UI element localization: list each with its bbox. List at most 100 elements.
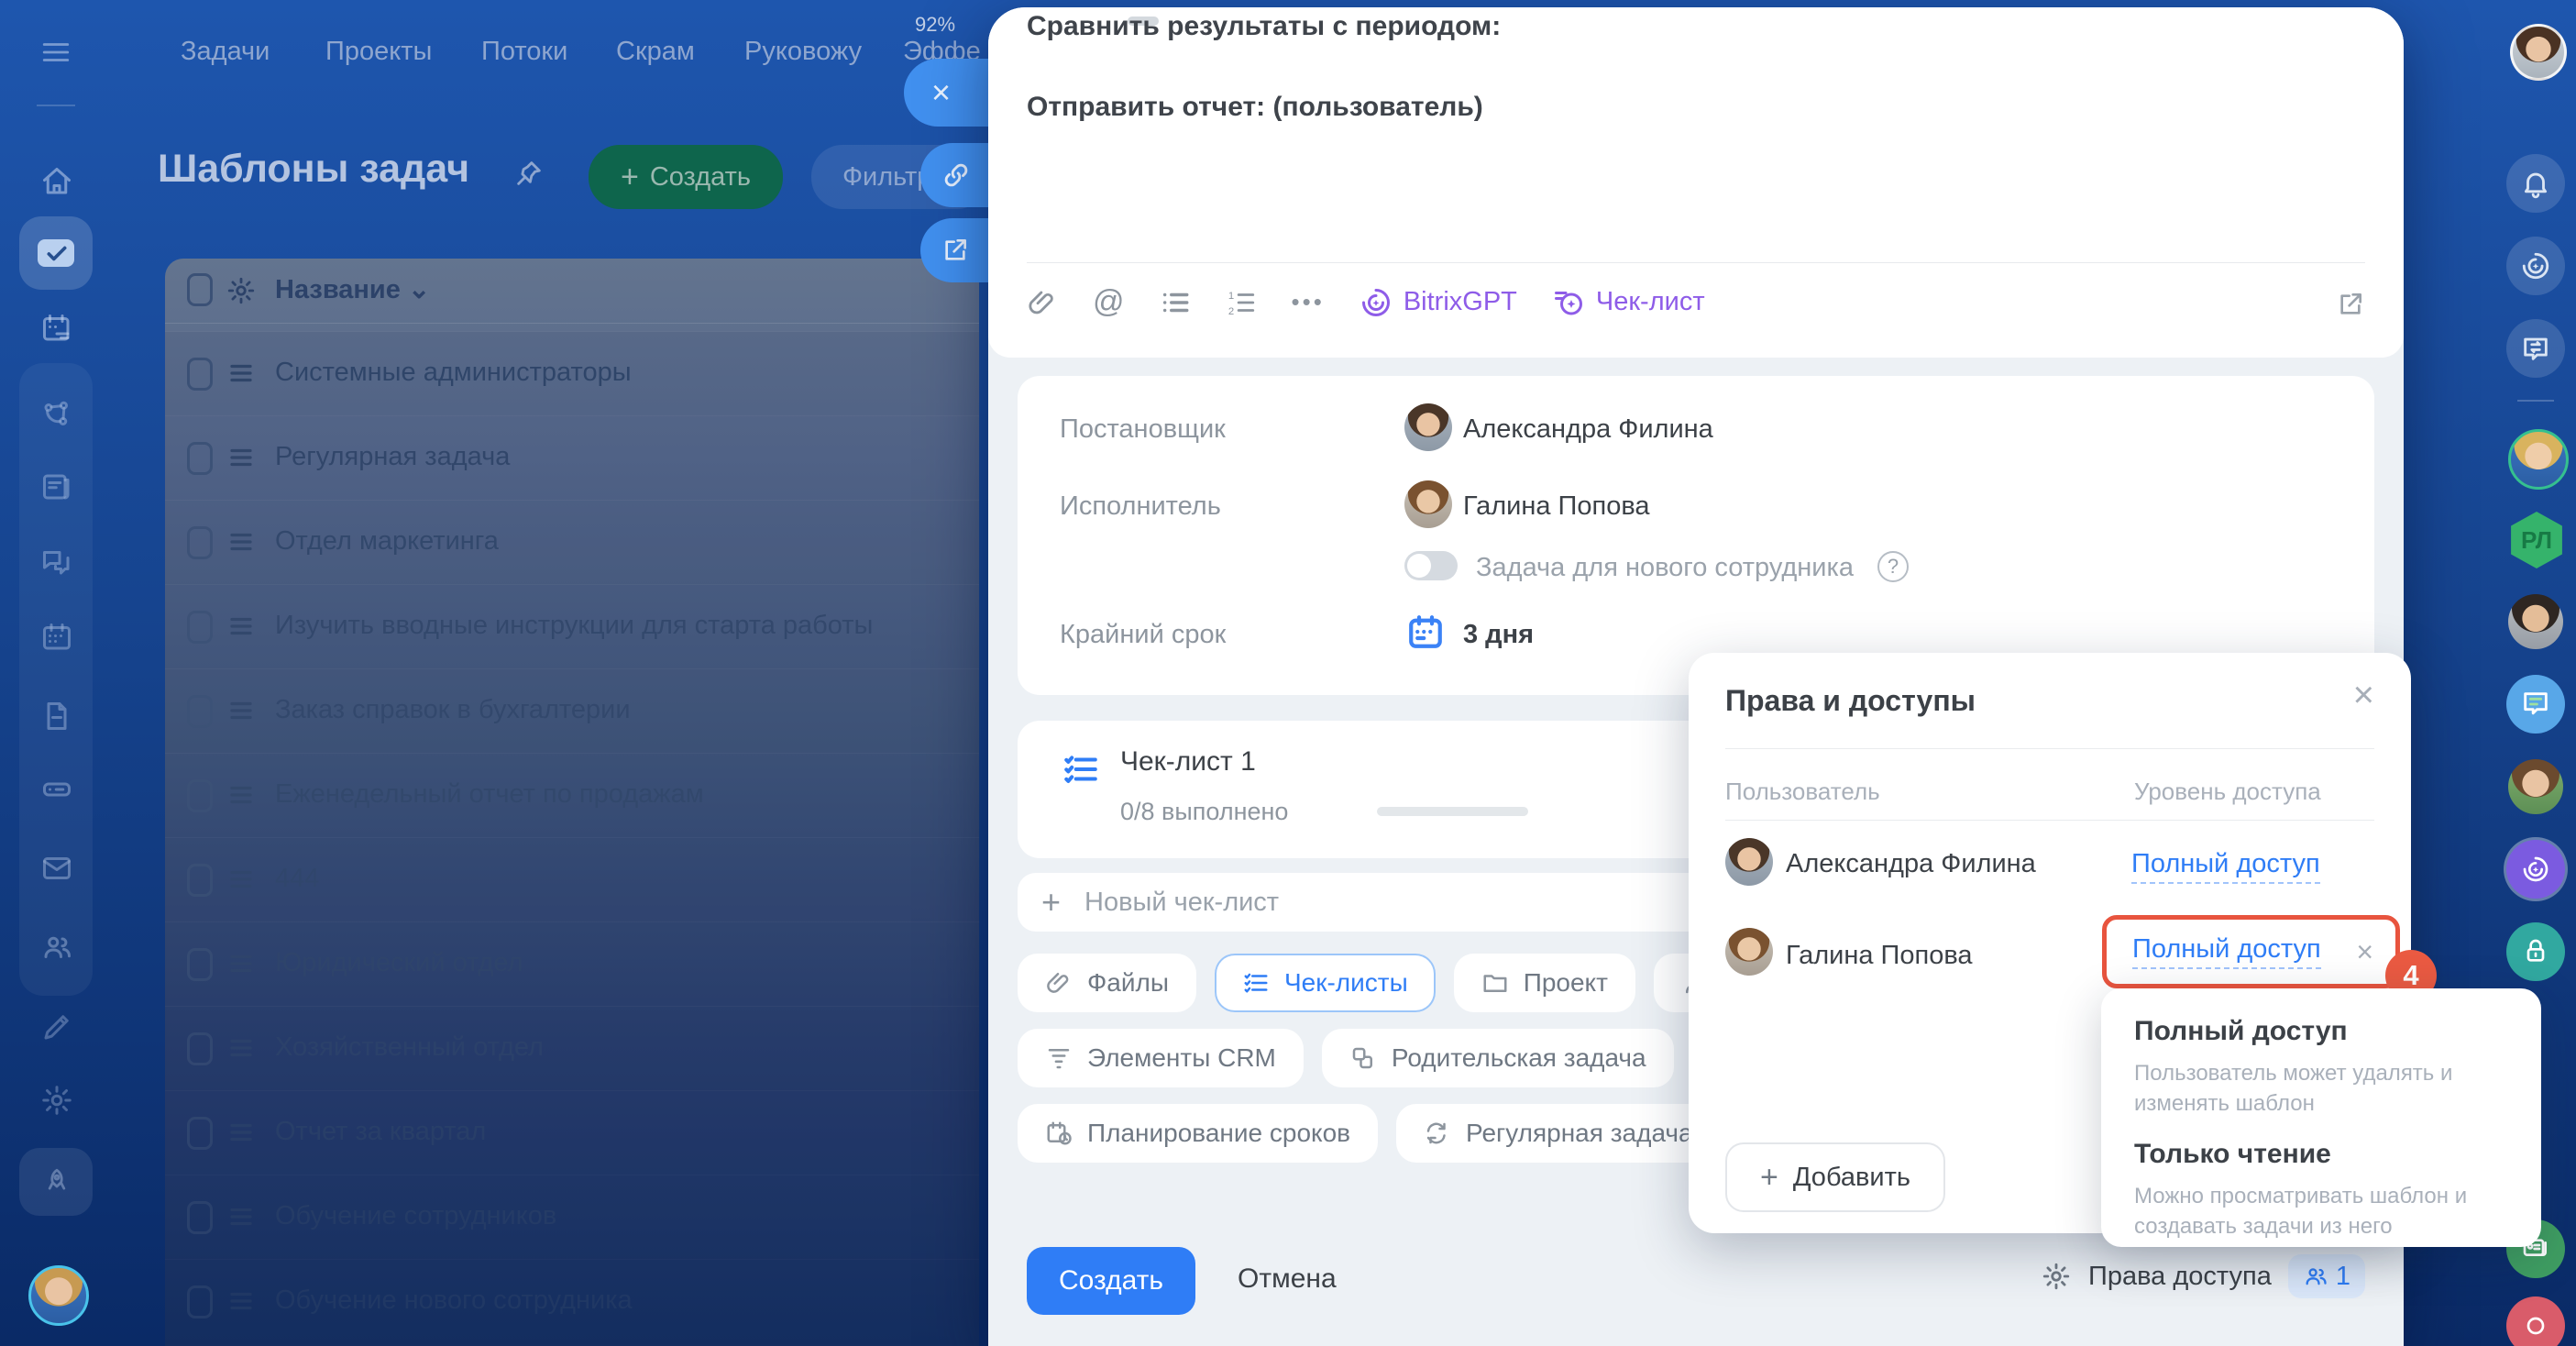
copilot-button[interactable] [2506,237,2565,295]
drag-handle-icon[interactable] [226,528,257,556]
popup-close-icon[interactable]: × [2353,677,2374,713]
document-icon[interactable] [40,700,73,733]
status-button[interactable] [2506,1296,2565,1346]
deadline-calendar-icon[interactable] [1406,612,1445,651]
settings-gear-icon[interactable] [40,1084,73,1117]
checklist-tool-button[interactable]: Чек-лист [1552,286,1705,319]
cancel-button[interactable]: Отмена [1238,1263,1337,1295]
row-checkbox[interactable] [187,1285,213,1318]
assignee-avatar[interactable] [1404,480,1452,528]
row-checkbox[interactable] [187,864,213,897]
row-checkbox[interactable] [187,1117,213,1150]
drive-icon[interactable] [40,773,73,806]
current-user-avatar[interactable] [28,1265,89,1326]
numbered-list-icon[interactable]: 12 [1226,287,1257,318]
help-icon[interactable]: ? [1877,551,1909,582]
tab-tasks[interactable]: Задачи [181,37,270,67]
table-row[interactable]: Отчет за квартал [165,1090,979,1175]
table-row[interactable]: 444 [165,837,979,922]
author-name[interactable]: Александра Филина [1463,414,1713,445]
row-checkbox[interactable] [187,442,213,475]
row-checkbox[interactable] [187,358,213,391]
mail-icon[interactable] [40,852,73,885]
attach-icon[interactable] [1027,287,1058,318]
chat-channel-button[interactable] [2506,675,2565,734]
table-row[interactable]: Заказ справок в бухгалтерии [165,668,979,754]
drag-handle-icon[interactable] [226,1034,257,1062]
drag-handle-icon[interactable] [226,1287,257,1315]
sidebar-item-boost[interactable] [19,1148,93,1216]
drag-handle-icon[interactable] [226,697,257,724]
table-row[interactable]: Еженедельный отчет по продажам [165,753,979,838]
chip-project[interactable]: Проект [1454,954,1635,1012]
remove-access-icon[interactable]: × [2356,937,2373,966]
profile-avatar[interactable] [2510,24,2567,81]
drag-handle-icon[interactable] [226,1119,257,1146]
row-checkbox[interactable] [187,526,213,559]
description-editor[interactable]: Сравнить результаты с периодом: Отправит… [988,7,2404,358]
create-template-button[interactable]: + Создать [589,145,783,209]
select-all-checkbox[interactable] [187,273,213,306]
newbie-toggle[interactable] [1404,551,1458,580]
author-avatar[interactable] [1404,403,1452,451]
assignee-name[interactable]: Галина Попова [1463,491,1650,522]
chip-files[interactable]: Файлы [1018,954,1196,1012]
contact-avatar[interactable] [2508,429,2569,490]
people-icon[interactable] [40,931,73,964]
tab-flows[interactable]: Потоки [481,37,567,67]
tab-supervise[interactable]: Руковожу [744,37,862,67]
mention-icon[interactable]: @ [1093,284,1125,320]
row-checkbox[interactable] [187,1201,213,1234]
table-row[interactable]: Обучение сотрудников [165,1175,979,1260]
tab-projects[interactable]: Проекты [325,37,432,67]
contact-avatar[interactable] [2508,594,2563,649]
row-checkbox[interactable] [187,948,213,981]
bullet-list-icon[interactable] [1160,287,1191,318]
table-row[interactable]: Изучить вводные инструкции для старта ра… [165,584,979,669]
secret-chat-button[interactable] [2506,922,2565,981]
pin-icon[interactable] [513,158,545,189]
bitrixgpt-button[interactable]: BitrixGPT [1360,286,1517,319]
row-checkbox[interactable] [187,1032,213,1065]
chip-recurring[interactable]: Регулярная задача [1396,1104,1721,1163]
calendar-icon[interactable] [40,621,73,654]
drag-handle-icon[interactable] [226,781,257,809]
table-settings-icon[interactable] [226,275,257,306]
table-row[interactable]: Регулярная задача [165,415,979,501]
drag-handle-icon[interactable] [226,950,257,977]
group-badge-rl[interactable]: РЛ [2508,512,2565,568]
chats-icon[interactable] [40,546,73,579]
sidebar-item-tasks-active[interactable] [19,216,93,290]
drag-handle-icon[interactable] [226,359,257,387]
planner-icon[interactable] [40,312,73,345]
news-icon[interactable] [40,470,73,503]
checklist-title[interactable]: Чек-лист 1 [1120,746,1256,778]
access-level-link[interactable]: Полный доступ [2131,849,2320,884]
contact-avatar[interactable] [2508,759,2563,814]
copy-link-button[interactable] [920,143,992,207]
drag-handle-icon[interactable] [226,1203,257,1230]
access-level-link[interactable]: Полный доступ [2132,934,2321,969]
chip-crm[interactable]: Элементы CRM [1018,1029,1304,1087]
row-checkbox[interactable] [187,695,213,728]
more-tools-icon[interactable]: ••• [1292,288,1325,316]
chip-parent-task[interactable]: Родительская задача [1322,1029,1674,1087]
close-slider-button[interactable]: × [904,59,992,127]
menu-icon[interactable] [38,37,74,68]
open-new-window-button[interactable] [920,218,992,282]
table-row[interactable]: Хозяйственный отдел [165,1006,979,1091]
highlighted-access-control[interactable]: Полный доступ × [2102,915,2400,988]
row-checkbox[interactable] [187,779,213,812]
drag-handle-icon[interactable] [226,866,257,893]
submit-create-button[interactable]: Создать [1027,1247,1195,1315]
network-icon[interactable] [40,398,73,431]
row-checkbox[interactable] [187,611,213,644]
table-row[interactable]: Системные администраторы [165,331,979,416]
messenger-button[interactable] [2506,319,2565,378]
copilot-chat-button[interactable] [2506,840,2565,899]
drag-handle-icon[interactable] [226,612,257,640]
tab-scrum[interactable]: Скрам [616,37,695,67]
drag-handle-icon[interactable] [226,444,257,471]
access-rights-control[interactable]: Права доступа 1 [2041,1254,2365,1298]
table-row[interactable]: Юридический отдел [165,921,979,1007]
